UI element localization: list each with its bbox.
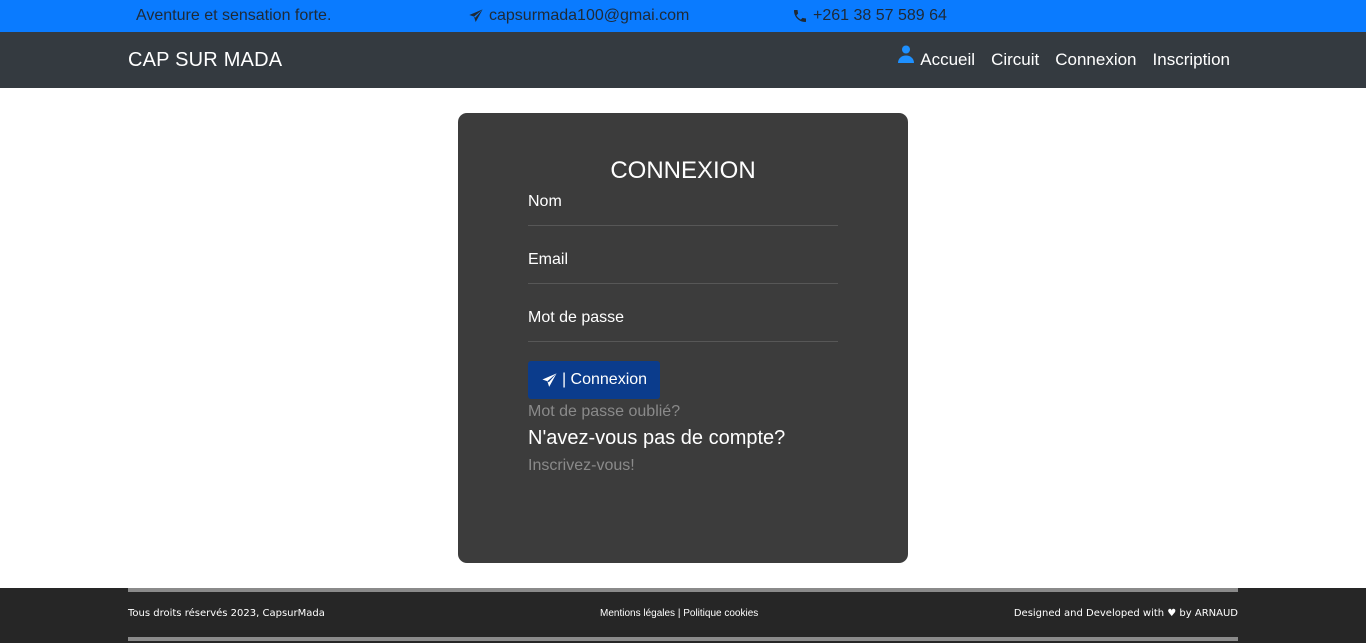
legal-notice-link[interactable]: Mentions légales [600, 608, 675, 619]
password-field-wrapper [528, 306, 838, 342]
phone-icon [794, 10, 806, 22]
forgot-password-link[interactable]: Mot de passe oublié? [528, 403, 680, 421]
nav-menu: Accueil Circuit Connexion Inscription [898, 32, 1230, 88]
paper-plane-icon [469, 9, 483, 22]
footer-divider-top [128, 588, 1238, 592]
login-title: CONNEXION [610, 157, 756, 184]
footer-legal-links: Mentions légales | Politique cookies [600, 608, 758, 619]
password-input[interactable] [528, 306, 838, 330]
footer-credit: Designed and Developed with ♥ by ARNAUD [1013, 608, 1238, 619]
contact-phone: +261 38 57 589 64 [792, 7, 947, 25]
nav-item-connexion[interactable]: Connexion [1055, 50, 1136, 70]
no-account-heading: N'avez-vous pas de compte? [528, 427, 786, 449]
contact-phone-text: +261 38 57 589 64 [813, 7, 947, 24]
paper-plane-icon [542, 372, 557, 387]
brand-logo[interactable]: CAP SUR MADA [128, 49, 282, 72]
tagline: Aventure et sensation forte. [136, 7, 332, 24]
main-navbar: CAP SUR MADA Accueil Circuit Connexion I… [0, 32, 1366, 88]
email-field-wrapper [528, 248, 838, 284]
footer-copyright: Tous droits réservés 2023, CapsurMada [128, 608, 325, 619]
contact-email-text: capsurmada100@gmai.com [489, 7, 690, 24]
login-submit-button[interactable]: | Connexion [528, 361, 660, 399]
login-card: CONNEXION | Connexion Mot de passe oubli… [458, 113, 908, 563]
cookie-policy-link[interactable]: Politique cookies [683, 608, 758, 619]
nav-item-inscription[interactable]: Inscription [1153, 50, 1230, 70]
footer-divider-bottom [128, 637, 1238, 641]
contact-email: capsurmada100@gmai.com [468, 7, 689, 25]
nav-item-circuit[interactable]: Circuit [991, 50, 1039, 70]
nav-item-accueil[interactable]: Accueil [920, 50, 975, 70]
footer-separator: | [677, 608, 681, 619]
page-footer: Tous droits réservés 2023, CapsurMada Me… [0, 588, 1366, 643]
login-submit-label: | Connexion [561, 371, 648, 388]
signup-link[interactable]: Inscrivez-vous! [528, 457, 635, 475]
name-input[interactable] [528, 190, 838, 214]
email-input[interactable] [528, 248, 838, 272]
user-icon[interactable] [898, 45, 915, 63]
top-info-bar: Aventure et sensation forte. capsurmada1… [0, 0, 1366, 32]
name-field-wrapper [528, 190, 838, 226]
